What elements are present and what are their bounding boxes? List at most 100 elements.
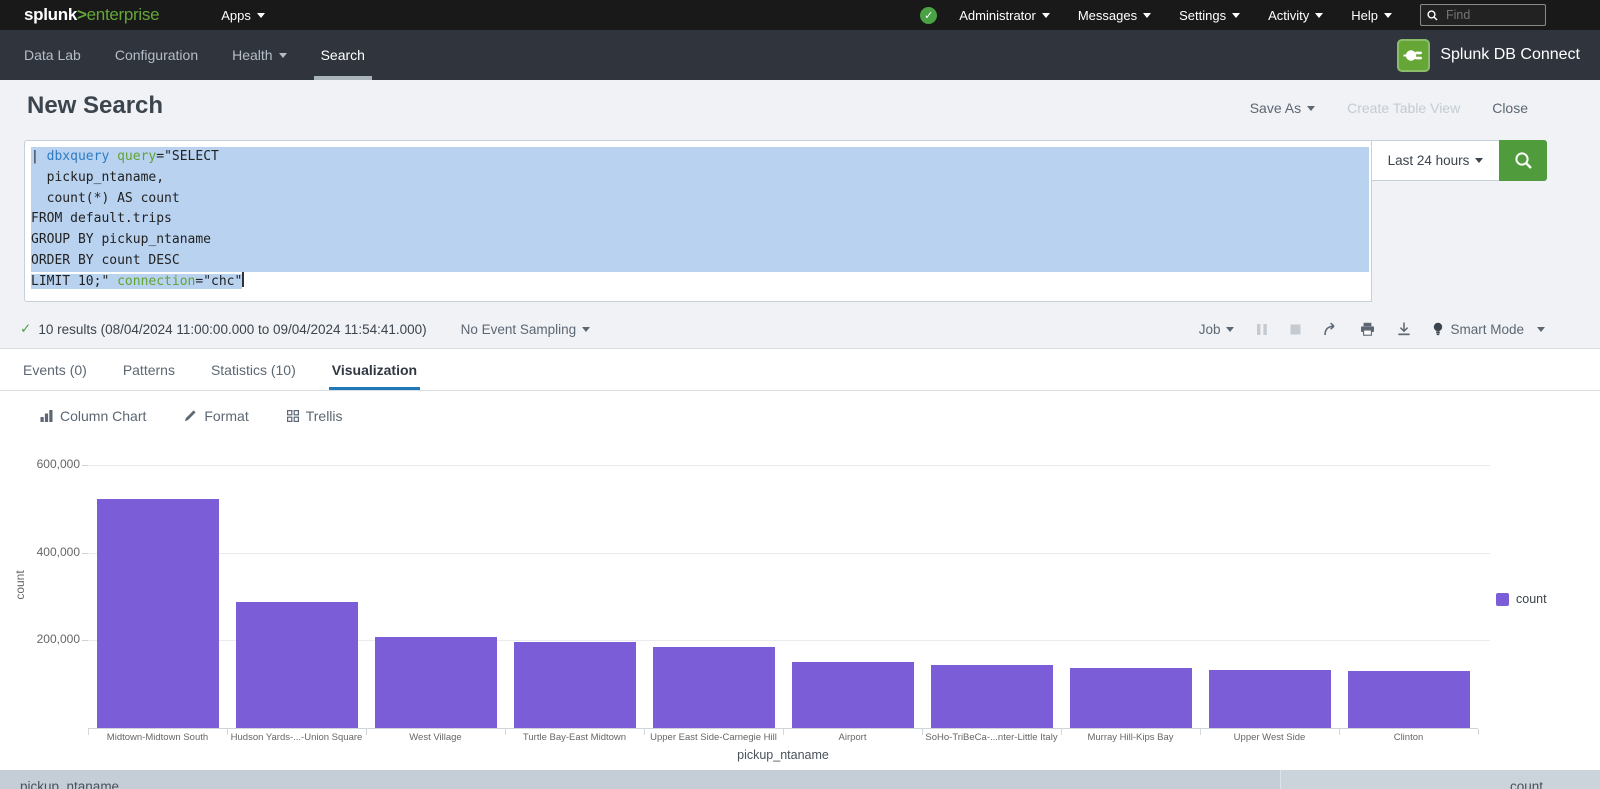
smart-mode-menu[interactable]: Smart Mode xyxy=(1433,322,1545,337)
app-title: Splunk DB Connect xyxy=(1440,46,1580,64)
chevron-down-icon xyxy=(1307,106,1315,111)
chart-bar[interactable] xyxy=(97,499,219,728)
print-icon[interactable] xyxy=(1360,322,1375,336)
chevron-down-icon xyxy=(257,13,265,18)
chevron-down-icon xyxy=(1232,13,1240,18)
nav-item-search[interactable]: Search xyxy=(312,30,374,80)
x-category-label: Midtown-Midtown South xyxy=(88,732,227,743)
chart-bar[interactable] xyxy=(931,665,1053,728)
time-range-picker[interactable]: Last 24 hours xyxy=(1371,140,1500,181)
find-search-box[interactable] xyxy=(1420,4,1546,26)
find-input[interactable] xyxy=(1444,7,1528,23)
format-button[interactable]: Format xyxy=(184,408,248,424)
activity-menu[interactable]: Activity xyxy=(1268,8,1323,23)
chart-legend[interactable]: count xyxy=(1496,592,1547,606)
tab-events[interactable]: Events (0) xyxy=(20,349,90,390)
nav-item-data-lab[interactable]: Data Lab xyxy=(15,30,90,80)
y-tick-label: 200,000 xyxy=(0,632,80,646)
trellis-grid-icon xyxy=(287,410,299,422)
settings-label: Settings xyxy=(1179,8,1226,23)
splunk-logo[interactable]: splunk>enterprise xyxy=(24,5,159,25)
query-line: FROM default.trips xyxy=(31,209,1369,230)
tab-patterns[interactable]: Patterns xyxy=(120,349,178,390)
query-line: ORDER BY count DESC xyxy=(31,251,1369,272)
results-summary: 10 results (08/04/2024 11:00:00.000 to 0… xyxy=(38,322,426,337)
plot-area: pickup_ntaname 200,000400,000600,000Midt… xyxy=(88,465,1478,728)
chart-bar[interactable] xyxy=(792,662,914,728)
y-tick-mark xyxy=(82,553,88,554)
logo-product-text: enterprise xyxy=(87,5,160,24)
chart-bar[interactable] xyxy=(1070,668,1192,728)
trellis-button[interactable]: Trellis xyxy=(287,408,343,424)
legend-swatch xyxy=(1496,593,1509,606)
chevron-down-icon xyxy=(279,53,287,58)
column-header-pickup-ntaname[interactable]: pickup_ntaname xyxy=(0,770,1280,789)
format-label: Format xyxy=(204,408,248,424)
page-title: New Search xyxy=(27,92,163,120)
chart-bar[interactable] xyxy=(1348,671,1470,728)
db-connect-plug-icon xyxy=(1397,39,1430,72)
chevron-down-icon xyxy=(1384,13,1392,18)
event-sampling-menu[interactable]: No Event Sampling xyxy=(461,322,591,337)
event-sampling-label: No Event Sampling xyxy=(461,322,577,337)
results-info-bar: ✓ 10 results (08/04/2024 11:00:00.000 to… xyxy=(0,310,1600,348)
messages-label: Messages xyxy=(1078,8,1137,23)
x-category-label: Murray Hill-Kips Bay xyxy=(1061,732,1200,743)
create-table-view-button: Create Table View xyxy=(1347,100,1460,116)
download-icon[interactable] xyxy=(1397,322,1411,336)
y-tick-mark xyxy=(82,640,88,641)
chevron-down-icon xyxy=(1226,327,1234,332)
share-icon[interactable] xyxy=(1323,322,1338,336)
y-axis-title: count xyxy=(13,570,27,599)
text-cursor xyxy=(242,272,244,287)
app-brand[interactable]: Splunk DB Connect xyxy=(1397,39,1580,72)
job-label: Job xyxy=(1199,322,1221,337)
administrator-menu[interactable]: Administrator xyxy=(959,8,1050,23)
header-actions: Save As Create Table View Close xyxy=(1250,100,1528,116)
job-menu[interactable]: Job xyxy=(1199,322,1235,337)
search-submit-button[interactable] xyxy=(1499,140,1547,181)
chevron-down-icon xyxy=(1475,158,1483,163)
chevron-down-icon xyxy=(1537,327,1545,332)
nav-label: Search xyxy=(321,47,365,63)
pencil-icon xyxy=(184,409,197,422)
save-as-button[interactable]: Save As xyxy=(1250,100,1315,116)
chart-bar[interactable] xyxy=(375,637,497,728)
chart-bar[interactable] xyxy=(236,602,358,728)
tab-label: Patterns xyxy=(123,362,175,378)
query-line: LIMIT 10;" connection="chc" xyxy=(31,272,1369,293)
chart-type-picker[interactable]: Column Chart xyxy=(40,408,146,424)
settings-menu[interactable]: Settings xyxy=(1179,8,1240,23)
tab-visualization[interactable]: Visualization xyxy=(329,349,420,390)
tab-label: Events (0) xyxy=(23,362,87,378)
x-category-label: Airport xyxy=(783,732,922,743)
column-header-count[interactable]: count xyxy=(1280,770,1600,789)
tab-statistics[interactable]: Statistics (10) xyxy=(208,349,299,390)
chevron-down-icon xyxy=(1042,13,1050,18)
chevron-down-icon xyxy=(1315,13,1323,18)
chart-bar[interactable] xyxy=(653,647,775,728)
activity-label: Activity xyxy=(1268,8,1309,23)
legend-label: count xyxy=(1516,592,1547,606)
x-tick-mark xyxy=(1478,729,1479,735)
search-query-input[interactable]: | dbxquery query="SELECT pickup_ntaname,… xyxy=(24,140,1372,302)
nav-item-health[interactable]: Health xyxy=(223,30,295,80)
y-tick-label: 400,000 xyxy=(0,545,80,559)
smart-mode-label: Smart Mode xyxy=(1450,322,1524,337)
health-status-icon[interactable]: ✓ xyxy=(920,7,937,24)
messages-menu[interactable]: Messages xyxy=(1078,8,1151,23)
top-bar: splunk>enterprise Apps ✓ Administrator M… xyxy=(0,0,1600,30)
search-icon xyxy=(1427,10,1438,21)
close-button[interactable]: Close xyxy=(1492,100,1528,116)
search-query-text: | dbxquery query="SELECT pickup_ntaname,… xyxy=(31,147,1369,293)
chart-bar[interactable] xyxy=(514,642,636,728)
nav-item-configuration[interactable]: Configuration xyxy=(106,30,207,80)
x-category-label: Turtle Bay-East Midtown xyxy=(505,732,644,743)
x-category-label: Clinton xyxy=(1339,732,1478,743)
results-tabs: Events (0) Patterns Statistics (10) Visu… xyxy=(0,349,1600,391)
apps-menu[interactable]: Apps xyxy=(221,8,265,23)
x-category-label: Upper East Side-Carnegie Hill xyxy=(644,732,783,743)
search-header-section: New Search Save As Create Table View Clo… xyxy=(0,80,1600,349)
chart-bar[interactable] xyxy=(1209,670,1331,728)
help-menu[interactable]: Help xyxy=(1351,8,1392,23)
